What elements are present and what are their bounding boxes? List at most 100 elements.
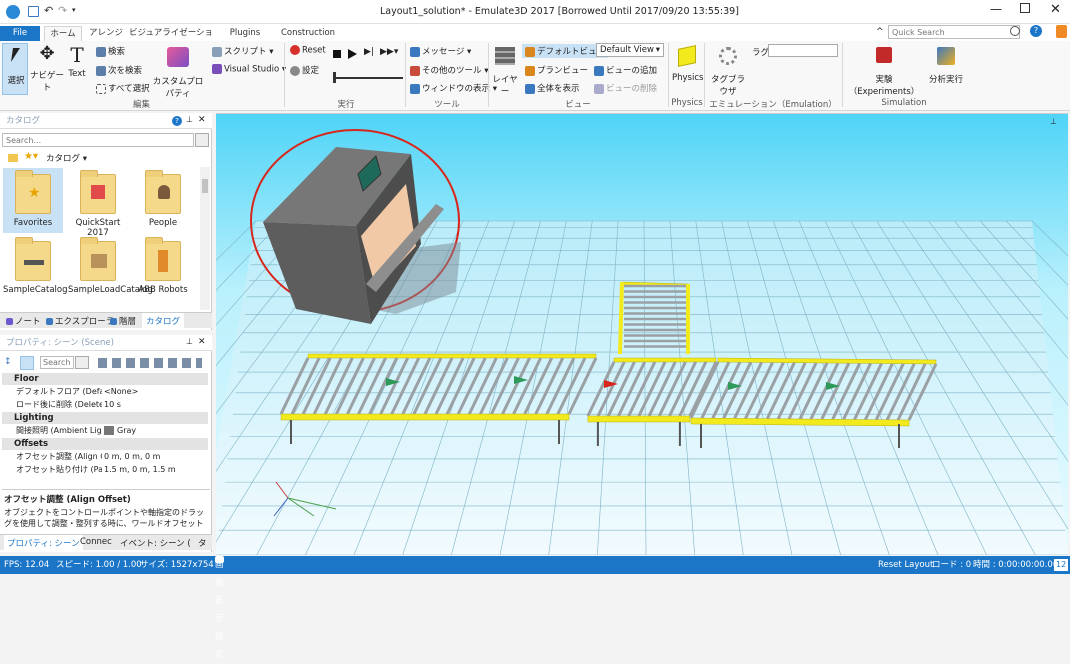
props-search-input[interactable] xyxy=(40,356,74,369)
prop-ambient[interactable]: 間接照明 (Ambient Lig Gray xyxy=(2,425,208,437)
quick-search-input[interactable] xyxy=(888,25,1020,39)
visual-studio-button[interactable]: Visual Studio ▾ xyxy=(212,64,286,75)
add-view-icon xyxy=(594,65,604,76)
settings-button[interactable]: 設定 xyxy=(290,64,319,76)
pin-icon[interactable]: ⊥ xyxy=(186,115,193,124)
catalog-item-people[interactable]: People xyxy=(133,170,193,228)
view-select[interactable]: Default View ▾ xyxy=(596,43,664,57)
restore-button[interactable] xyxy=(1020,3,1030,13)
stop-icon[interactable] xyxy=(333,50,341,58)
script-button[interactable]: スクリプト ▾ xyxy=(212,45,273,57)
tag-input[interactable] xyxy=(768,44,838,57)
tag-browser-button[interactable]: タグブラウザ xyxy=(708,43,748,97)
tab-events[interactable]: イベント: シーン ( xyxy=(120,537,191,549)
reset-layout-button[interactable]: Reset Layout xyxy=(878,556,933,574)
save-icon[interactable] xyxy=(28,6,39,17)
close-button[interactable]: ✕ xyxy=(1050,2,1061,17)
experiments-button[interactable]: 実験（Experiments） xyxy=(846,43,922,97)
reset-icon xyxy=(290,45,300,55)
catalog-tabs: ノート エクスプローラ 階層 カタログ xyxy=(0,312,212,328)
catalog-item-favorites[interactable]: ★ Favorites xyxy=(3,168,63,233)
explorer-icon xyxy=(46,318,53,325)
status-time: 時間 : 0:00:00:00.00 xyxy=(973,560,1059,570)
redo-icon[interactable]: ↷ xyxy=(58,4,67,17)
analysis-button[interactable]: 分析実行 xyxy=(926,43,966,95)
catalog-scrollbar[interactable] xyxy=(200,167,210,310)
search-icon[interactable] xyxy=(75,356,89,369)
window-show-button[interactable]: ウィンドウの表示 ▾ xyxy=(410,82,497,94)
catalog-item-abbrobots[interactable]: ABB Robots xyxy=(133,237,193,295)
tab-properties[interactable]: プロパティ: シーン xyxy=(4,535,83,550)
scrollbar-thumb[interactable] xyxy=(202,179,208,193)
help-icon[interactable]: ? xyxy=(172,116,182,126)
whole-view-button[interactable]: 全体を表示 xyxy=(525,82,580,94)
tab-catalog[interactable]: カタログ xyxy=(142,313,185,328)
samplecatalog-folder-icon xyxy=(15,237,51,281)
catalog-breadcrumb[interactable]: カタログ ▾ xyxy=(46,152,87,164)
category-icon[interactable] xyxy=(20,356,34,370)
select-tool[interactable]: 選択 xyxy=(2,43,28,95)
catalog-search-input[interactable] xyxy=(2,133,194,147)
tab-connections[interactable]: Connec xyxy=(80,537,112,547)
speed-slider-handle[interactable] xyxy=(333,72,336,83)
prop-paste-offset[interactable]: オフセット貼り付け (Paste1.5 m, 0 m, 1.5 m xyxy=(2,464,208,476)
status-size: サイズ: 1527x754 xyxy=(140,560,214,570)
search-icon[interactable] xyxy=(1010,26,1020,36)
find-button[interactable]: 検索 xyxy=(96,45,125,57)
delete-view-button[interactable]: ビューの削除 xyxy=(594,82,657,94)
tab-plugins[interactable]: Plugins xyxy=(220,26,270,41)
tab-visualization[interactable]: ビジュアライゼーション xyxy=(128,26,214,53)
help-icon[interactable]: ? xyxy=(1030,25,1042,37)
tab-notes[interactable]: ノート xyxy=(6,315,41,327)
prop-load-delete[interactable]: ロード後に削除 (Delete 10 s xyxy=(2,399,208,411)
pin-icon[interactable]: ⊥ xyxy=(186,337,193,346)
close-icon[interactable]: ✕ xyxy=(198,115,206,125)
ribbon-collapse-icon[interactable]: ^ xyxy=(876,27,884,37)
tab-construction[interactable]: Construction xyxy=(276,26,340,41)
play-icon[interactable] xyxy=(348,49,357,59)
3d-viewport[interactable]: ⊥ xyxy=(216,113,1068,555)
props-toolbar-icons[interactable] xyxy=(98,358,202,368)
catalog-item-quickstart[interactable]: QuickStart 2017 xyxy=(68,170,128,238)
tab-home[interactable]: ホーム xyxy=(44,26,82,41)
prop-default-floor[interactable]: デフォルトフロア (Default<None> xyxy=(2,386,208,398)
reset-button[interactable]: Reset xyxy=(290,45,326,56)
tab-arrange[interactable]: アレンジ xyxy=(86,26,126,41)
tab-file[interactable]: File xyxy=(0,26,40,41)
layer-button[interactable]: レイヤー xyxy=(490,43,520,97)
prop-align-offset[interactable]: オフセット調整 (Align O0 m, 0 m, 0 m xyxy=(2,451,208,463)
tab-tags[interactable]: タ xyxy=(198,537,207,549)
star-icon[interactable]: ★▾ xyxy=(24,151,38,162)
tab-hierarchy[interactable]: 階層 xyxy=(110,315,136,327)
physics-button[interactable]: Physics xyxy=(672,43,704,95)
minimize-button[interactable]: — xyxy=(990,2,1002,16)
physics-label: Physics xyxy=(672,73,704,83)
plan-view-button[interactable]: プランビュー xyxy=(525,64,588,76)
catalog-item-sampleloadcatalog[interactable]: SampleLoadCatalog xyxy=(68,237,153,296)
add-view-button[interactable]: ビューの追加 xyxy=(594,64,657,76)
search-icon[interactable] xyxy=(195,133,209,147)
navigate-tool[interactable]: ✥ ナビゲート xyxy=(30,43,64,95)
conveyor-icon xyxy=(24,260,44,265)
section-lighting[interactable]: Lighting xyxy=(2,412,208,424)
group-view-label: ビュー xyxy=(565,100,591,110)
custom-property-button[interactable]: カスタムプロパティ xyxy=(150,43,206,99)
qat-dropdown-icon[interactable]: ▾ xyxy=(72,6,76,14)
catalog-item-samplecatalog[interactable]: SampleCatalog xyxy=(3,237,68,295)
section-floor[interactable]: Floor xyxy=(2,373,208,385)
close-icon[interactable]: ✕ xyxy=(198,337,206,347)
select-all-button[interactable]: すべて選択 xyxy=(96,82,150,94)
text-tool[interactable]: T Text xyxy=(66,43,88,95)
speed-slider[interactable] xyxy=(333,72,403,83)
undo-icon[interactable]: ↶ xyxy=(44,4,53,17)
find-next-button[interactable]: 次を検索 xyxy=(96,64,142,76)
tab-explorer[interactable]: エクスプローラ xyxy=(46,315,114,327)
fast-forward-icon[interactable]: ▶▶▾ xyxy=(380,47,398,57)
section-offsets[interactable]: Offsets xyxy=(2,438,208,450)
step-icon[interactable]: ▶| xyxy=(364,47,374,57)
sort-icon[interactable]: ↕ xyxy=(4,357,12,367)
other-tools-button[interactable]: その他のツール ▾ xyxy=(410,64,488,76)
user-icon[interactable] xyxy=(1056,25,1067,38)
hierarchy-icon xyxy=(110,318,117,325)
message-button[interactable]: メッセージ ▾ xyxy=(410,45,471,57)
